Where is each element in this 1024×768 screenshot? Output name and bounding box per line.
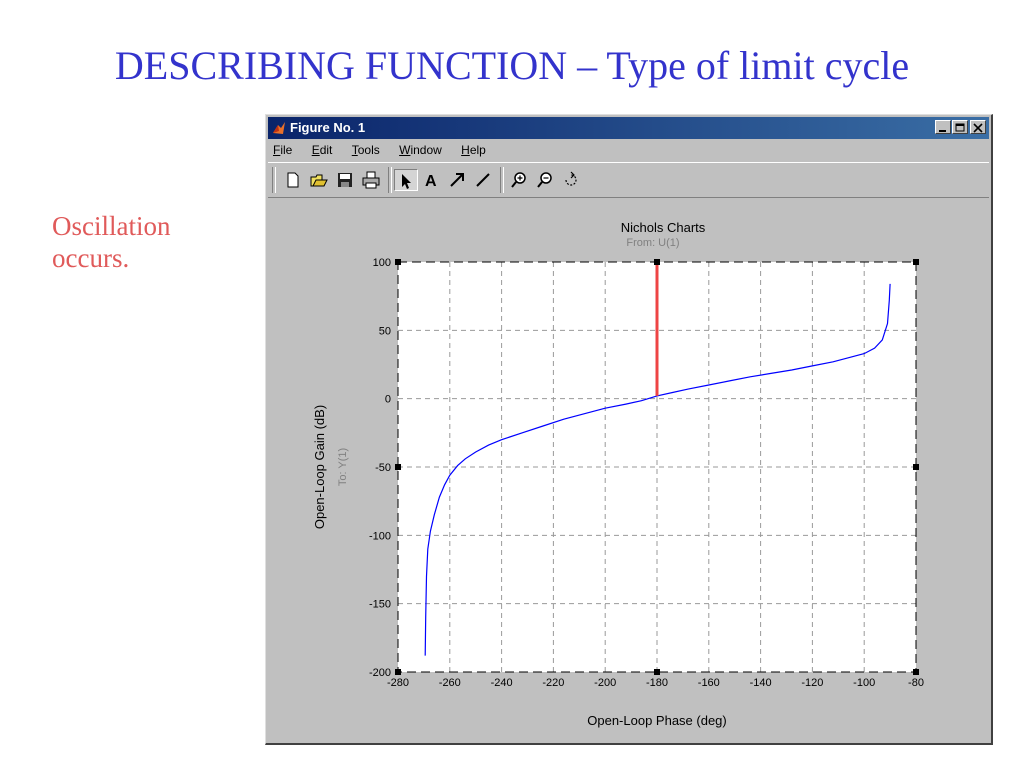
selection-handle[interactable] [395, 259, 401, 265]
x-tick-label: -200 [594, 677, 616, 689]
selection-handle[interactable] [913, 464, 919, 470]
chart-subtitle: From: U(1) [626, 237, 679, 249]
x-tick-label: -140 [750, 677, 772, 689]
selection-handle[interactable] [913, 259, 919, 265]
x-tick-label: -220 [542, 677, 564, 689]
slide-title: DESCRIBING FUNCTION – Type of limit cycl… [114, 43, 910, 88]
x-tick-labels: -280 -260 -240 -220 -200 -180 -160 -140 -120 -100… [387, 677, 924, 689]
y-tick-label: -150 [369, 599, 391, 611]
note-line-2: occurs. [52, 243, 130, 273]
x-tick-label: -240 [491, 677, 513, 689]
selection-handle[interactable] [395, 464, 401, 470]
nichols-chart: Nichols Charts From: U(1) -280 -260 -240 -2… [312, 220, 924, 728]
y-tick-label: 50 [379, 325, 391, 337]
x-tick-label: -160 [698, 677, 720, 689]
note-line-1: Oscillation [52, 211, 171, 241]
y-tick-label: 0 [385, 394, 391, 406]
y-tick-label: 100 [373, 257, 391, 269]
figure-window: Figure No. 1 File Edit Tools Window Help [265, 114, 993, 745]
y-tick-label: -100 [369, 530, 391, 542]
x-tick-label: -260 [439, 677, 461, 689]
y-tick-labels: -200 -150 -100 -50 0 50 100 [369, 257, 391, 679]
y-axis-label: Open-Loop Gain (dB) [312, 405, 327, 529]
selection-handle[interactable] [395, 669, 401, 675]
selection-handle[interactable] [654, 259, 660, 265]
y-tick-label: -200 [369, 667, 391, 679]
x-tick-label: -120 [801, 677, 823, 689]
x-tick-label: -80 [908, 677, 924, 689]
oscillation-note: Oscillation occurs. [52, 210, 170, 274]
selection-handle[interactable] [913, 669, 919, 675]
y-output-label: To: Y(1) [337, 448, 349, 486]
x-tick-label: -100 [853, 677, 875, 689]
y-tick-label: -50 [375, 462, 391, 474]
chart-title: Nichols Charts [621, 220, 706, 235]
selection-handle[interactable] [654, 669, 660, 675]
x-axis-label: Open-Loop Phase (deg) [587, 713, 726, 728]
x-tick-label: -180 [646, 677, 668, 689]
